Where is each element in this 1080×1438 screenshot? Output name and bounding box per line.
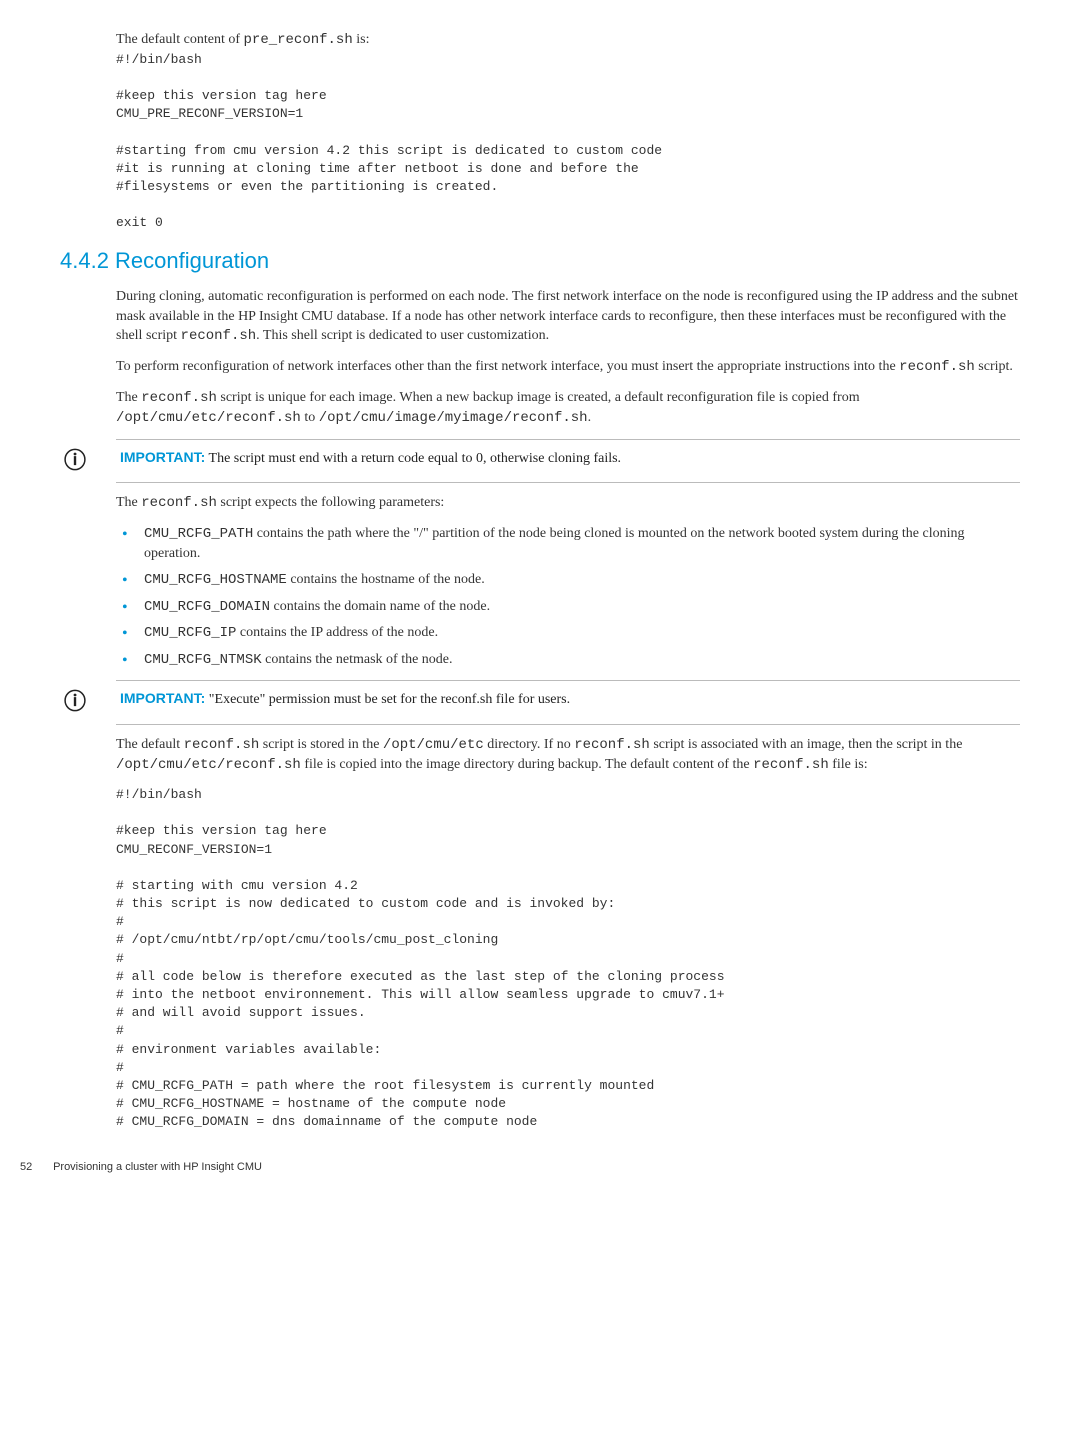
important-callout-1: ⓘ IMPORTANT: The script must end with a … <box>116 439 1020 483</box>
reconf-code-block: #!/bin/bash #keep this version tag here … <box>116 786 1020 1132</box>
param-code: CMU_RCFG_IP <box>144 625 236 641</box>
param-text: contains the domain name of the node. <box>270 599 490 614</box>
footer-text: Provisioning a cluster with HP Insight C… <box>53 1161 262 1173</box>
param-text: contains the IP address of the node. <box>236 625 438 640</box>
intro-code: pre_reconf.sh <box>244 32 353 48</box>
param-code: CMU_RCFG_DOMAIN <box>144 599 270 615</box>
list-item: CMU_RCFG_IP contains the IP address of t… <box>116 623 1020 644</box>
section-heading: 4.4.2 Reconfiguration <box>60 246 1020 277</box>
param-code: CMU_RCFG_HOSTNAME <box>144 572 287 588</box>
body-content: During cloning, automatic reconfiguratio… <box>116 287 1020 429</box>
important-icon: ⓘ <box>60 689 120 715</box>
page-number: 52 <box>20 1160 50 1175</box>
param-text: contains the netmask of the node. <box>262 652 453 667</box>
param-code: CMU_RCFG_NTMSK <box>144 652 262 668</box>
parameter-list: CMU_RCFG_PATH contains the path where th… <box>116 524 1020 671</box>
paragraph-4: The reconf.sh script expects the followi… <box>116 493 1020 514</box>
list-item: CMU_RCFG_NTMSK contains the netmask of t… <box>116 650 1020 671</box>
important-callout-2: ⓘ IMPORTANT: "Execute" permission must b… <box>116 680 1020 724</box>
page-footer: 52 Provisioning a cluster with HP Insigh… <box>20 1160 1020 1175</box>
param-code: CMU_RCFG_PATH <box>144 526 253 542</box>
list-item: CMU_RCFG_HOSTNAME contains the hostname … <box>116 570 1020 591</box>
important-label: IMPORTANT: <box>120 449 205 465</box>
list-item: CMU_RCFG_DOMAIN contains the domain name… <box>116 597 1020 618</box>
param-text: contains the path where the "/" partitio… <box>144 526 965 562</box>
paragraph-1: During cloning, automatic reconfiguratio… <box>116 287 1020 347</box>
list-item: CMU_RCFG_PATH contains the path where th… <box>116 524 1020 564</box>
important-icon: ⓘ <box>60 448 120 474</box>
body-content-2: The reconf.sh script expects the followi… <box>116 493 1020 670</box>
intro-text: The default content of <box>116 32 244 47</box>
pre-reconf-code-block: #!/bin/bash #keep this version tag here … <box>116 51 1020 233</box>
paragraph-5: The default reconf.sh script is stored i… <box>116 735 1020 776</box>
paragraph-3: The reconf.sh script is unique for each … <box>116 388 1020 429</box>
intro-tail: is: <box>353 32 370 47</box>
body-content-3: The default reconf.sh script is stored i… <box>116 735 1020 776</box>
important-label: IMPORTANT: <box>120 690 205 706</box>
param-text: contains the hostname of the node. <box>287 572 485 587</box>
important-1-text: The script must end with a return code e… <box>205 451 621 466</box>
paragraph-2: To perform reconfiguration of network in… <box>116 357 1020 378</box>
default-content-intro: The default content of pre_reconf.sh is: <box>116 30 1020 51</box>
